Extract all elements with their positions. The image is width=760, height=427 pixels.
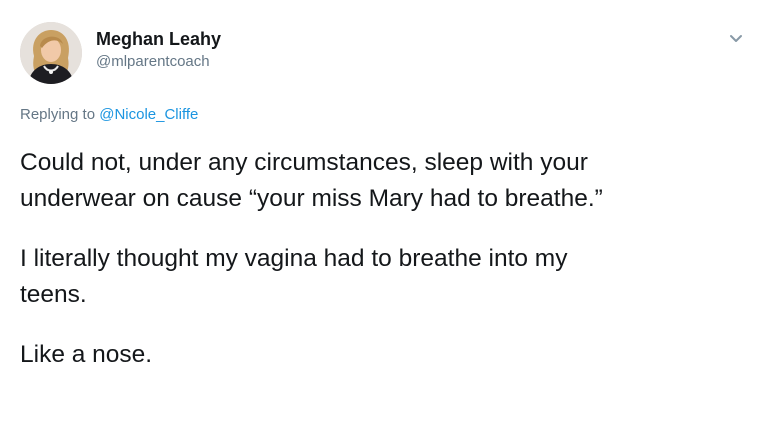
author-handle[interactable]: @mlparentcoach: [96, 52, 221, 72]
avatar-photo-icon: [20, 22, 82, 84]
tweet-paragraph-3: Like a nose.: [20, 341, 153, 368]
chevron-down-icon: [730, 35, 742, 42]
author-display-name[interactable]: Meghan Leahy: [96, 28, 221, 50]
tweet-text: Could not, under any circumstances, slee…: [20, 145, 740, 397]
replying-to-line: Replying to @Nicole_Cliffe: [20, 106, 198, 123]
replying-to-label: Replying to: [20, 106, 100, 123]
author-info: Meghan Leahy @mlparentcoach: [96, 28, 221, 72]
tweet-paragraph-2: I literally thought my vagina had to bre…: [20, 245, 568, 308]
tweet-card: Meghan Leahy @mlparentcoach Replying to …: [0, 0, 760, 427]
tweet-menu-button[interactable]: [726, 28, 746, 48]
tweet-paragraph-1: Could not, under any circumstances, slee…: [20, 149, 603, 212]
reply-mention-link[interactable]: @Nicole_Cliffe: [99, 106, 198, 123]
author-avatar[interactable]: [20, 22, 82, 84]
